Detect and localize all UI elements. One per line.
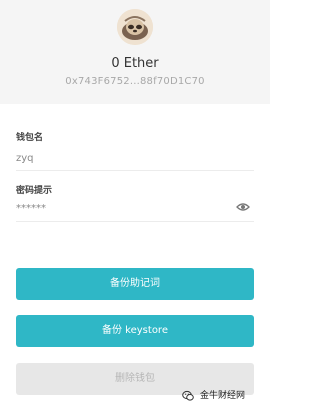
password-hint-label: 密码提示 xyxy=(16,186,53,196)
password-hint-divider xyxy=(16,221,254,222)
backup-keystore-button[interactable]: 备份 keystore xyxy=(16,315,254,347)
balance-text: 0 Ether xyxy=(111,56,159,71)
wallet-header: 0 Ether 0x743F6752...88f70D1C70 xyxy=(0,0,270,104)
avatar-image xyxy=(117,9,153,45)
wallet-name-divider xyxy=(16,170,254,171)
wechat-icon xyxy=(182,390,194,401)
wallet-name-label: 钱包名 xyxy=(16,133,44,143)
wallet-avatar[interactable] xyxy=(117,9,153,45)
wallet-address[interactable]: 0x743F6752...88f70D1C70 xyxy=(0,76,270,87)
wallet-name-input[interactable]: zyq xyxy=(16,153,226,164)
eye-icon[interactable] xyxy=(236,202,250,212)
watermark-text: 金牛财经网 xyxy=(200,391,246,401)
watermark: 金牛财经网 xyxy=(182,388,245,404)
password-hint-input[interactable]: ****** xyxy=(16,203,226,214)
backup-mnemonic-button[interactable]: 备份助记词 xyxy=(16,268,254,300)
